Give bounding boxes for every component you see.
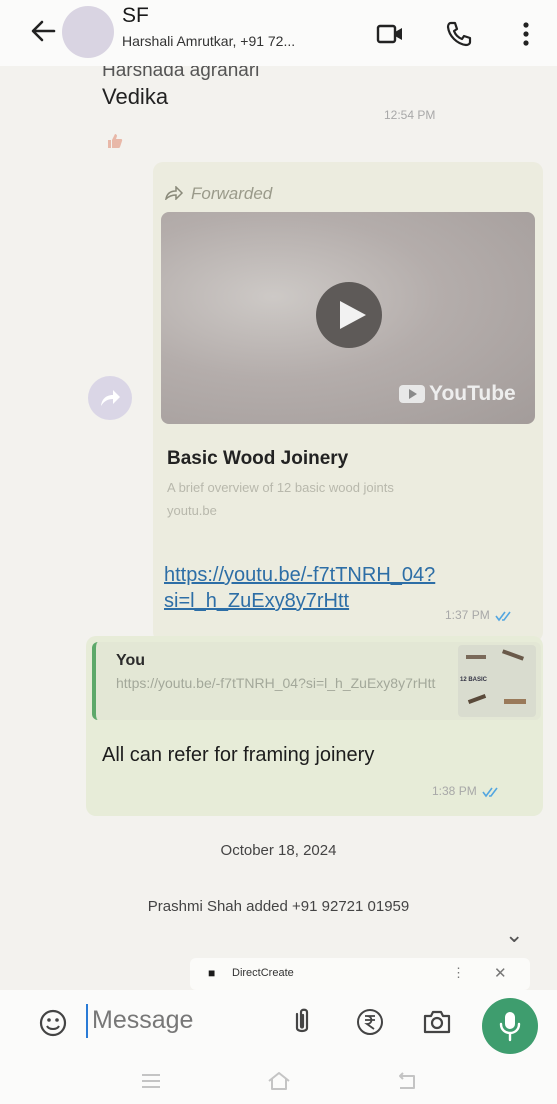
outgoing-message-bubble[interactable]: You https://youtu.be/-f7tTNRH_04?si=l_h_… xyxy=(86,636,543,816)
link-preview-description: A brief overview of 12 basic wood joints xyxy=(167,480,394,495)
attach-paperclip-icon[interactable] xyxy=(286,1006,318,1038)
group-avatar[interactable] xyxy=(62,6,114,58)
chat-header: SF Harshali Amrutkar, +91 72... xyxy=(0,0,557,66)
chat-subtitle[interactable]: Harshali Amrutkar, +91 72... xyxy=(122,33,295,49)
message-input[interactable]: Message xyxy=(92,1006,193,1035)
message-timestamp: 12:54 PM xyxy=(384,108,436,122)
payment-rupee-icon[interactable] xyxy=(354,1006,386,1038)
message-time: 1:38 PM xyxy=(432,784,477,798)
read-ticks-icon xyxy=(482,787,498,798)
link-preview-host: youtu.be xyxy=(167,503,217,518)
back-nav-icon[interactable] xyxy=(394,1070,420,1092)
forwarded-label: Forwarded xyxy=(191,184,273,203)
message-text-cut: Harshada agrahari xyxy=(102,66,260,81)
voice-call-icon[interactable] xyxy=(445,20,473,48)
message-timestamp: 1:37 PM xyxy=(445,608,515,622)
message-text: Vedika xyxy=(102,84,169,109)
forward-arrow-icon xyxy=(101,390,120,406)
directcreate-logo-icon: ■ xyxy=(208,966,216,980)
text-cursor xyxy=(86,1004,88,1038)
play-button[interactable] xyxy=(316,282,382,348)
home-icon[interactable] xyxy=(266,1070,292,1092)
play-icon xyxy=(340,301,366,329)
toast-close-icon[interactable]: ✕ xyxy=(494,964,507,982)
video-thumbnail[interactable]: YouTube xyxy=(161,212,535,424)
system-navigation-bar xyxy=(0,1058,557,1104)
toast-label: DirectCreate xyxy=(232,967,294,979)
thumbs-up-reaction-icon[interactable] xyxy=(106,132,124,150)
directcreate-toast[interactable]: ■ DirectCreate ⋮ ✕ xyxy=(190,958,530,990)
camera-icon[interactable] xyxy=(421,1006,453,1038)
recent-apps-icon[interactable] xyxy=(138,1070,164,1092)
quoted-sender: You xyxy=(116,652,146,669)
youtube-play-badge-icon xyxy=(399,385,425,404)
message-time: 1:37 PM xyxy=(445,608,490,622)
message-timestamp: 1:38 PM xyxy=(432,784,502,798)
chat-title[interactable]: SF xyxy=(122,4,149,28)
chat-area[interactable]: Harshada agrahari Vedika 12:54 PM Forwar… xyxy=(0,66,557,990)
forward-button[interactable] xyxy=(88,376,132,420)
forwarded-message-bubble[interactable]: Forwarded YouTube Basic Wood Joinery A b… xyxy=(153,162,543,642)
read-ticks-icon xyxy=(495,611,511,622)
system-message: Prashmi Shah added +91 92721 01959 xyxy=(147,898,410,915)
forwarded-icon xyxy=(165,186,184,200)
scroll-to-bottom-icon[interactable]: ⌄ xyxy=(505,922,523,948)
sticker-emoji-icon[interactable] xyxy=(38,1008,68,1038)
more-options-icon[interactable] xyxy=(512,20,540,48)
video-call-icon[interactable] xyxy=(376,20,404,48)
message-input-bar: Message xyxy=(0,990,557,1058)
voice-message-button[interactable] xyxy=(482,998,538,1054)
thumbnail-caption: 12 BASIC xyxy=(460,677,488,683)
link-preview-title[interactable]: Basic Wood Joinery xyxy=(167,448,348,470)
date-separator: October 18, 2024 xyxy=(220,842,337,859)
back-arrow-icon[interactable] xyxy=(26,14,60,48)
quoted-thumbnail: 12 BASIC xyxy=(458,645,536,717)
youtube-logo: YouTube xyxy=(399,382,529,410)
quoted-text: https://youtu.be/-f7tTNRH_04?si=l_h_ZuEx… xyxy=(116,675,436,691)
message-link[interactable]: https://youtu.be/-f7tTNRH_04?si=l_h_ZuEx… xyxy=(164,562,534,614)
quoted-message[interactable]: You https://youtu.be/-f7tTNRH_04?si=l_h_… xyxy=(92,642,541,720)
message-text: All can refer for framing joinery xyxy=(102,744,375,766)
microphone-icon xyxy=(499,1012,521,1042)
toast-more-icon[interactable]: ⋮ xyxy=(452,965,465,981)
youtube-wordmark: YouTube xyxy=(429,382,516,405)
